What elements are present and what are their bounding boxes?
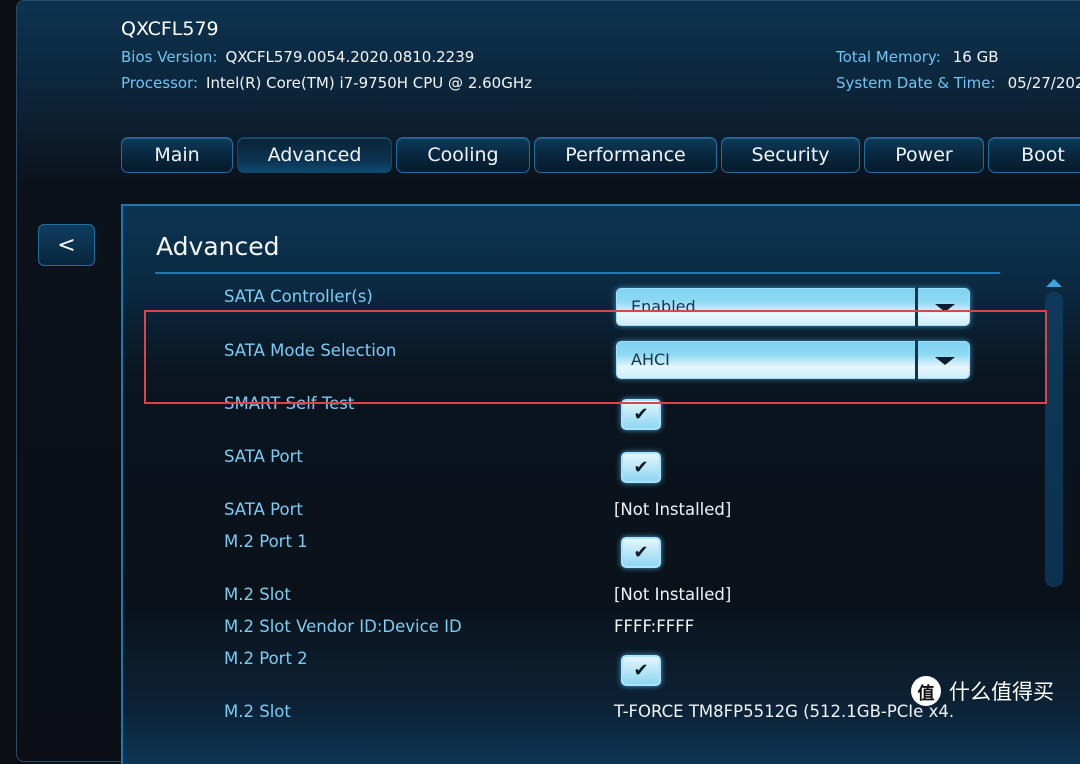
system-datetime-label: System Date & Time: — [836, 74, 996, 92]
tab-performance[interactable]: Performance — [534, 137, 717, 173]
chevron-left-icon: < — [57, 232, 76, 258]
sata-port-status-value: [Not Installed] — [614, 500, 732, 519]
tab-main[interactable]: Main — [121, 137, 233, 173]
setting-label-m2-vendor-id: M.2 Slot Vendor ID:Device ID — [224, 617, 462, 636]
system-datetime-value: 05/27/202 — [1007, 74, 1080, 92]
processor-label: Processor: — [121, 74, 199, 92]
tab-bar: Main Advanced Cooling Performance Securi… — [121, 137, 1080, 175]
tab-cooling[interactable]: Cooling — [396, 137, 530, 173]
processor-row: Processor: Intel(R) Core(TM) i7-9750H CPU… — [121, 74, 532, 92]
checkmark-icon: ✔ — [633, 660, 649, 681]
bios-version-value: QXCFL579.0054.2020.0810.2239 — [225, 48, 475, 66]
watermark: 值 什么值得买 — [911, 676, 1054, 706]
m2-port-2-checkbox[interactable]: ✔ — [621, 655, 661, 686]
setting-label-m2-slot-2: M.2 Slot — [224, 702, 291, 721]
setting-label-sata-port-status: SATA Port — [224, 500, 303, 519]
tab-security[interactable]: Security — [721, 137, 860, 173]
processor-value: Intel(R) Core(TM) i7-9750H CPU @ 2.60GHz — [206, 74, 532, 92]
m2-port-1-checkbox[interactable]: ✔ — [621, 537, 661, 568]
checkmark-icon: ✔ — [633, 542, 649, 563]
checkmark-icon: ✔ — [633, 404, 649, 425]
sata-port-checkbox[interactable]: ✔ — [621, 452, 661, 483]
system-model: QXCFL579 — [121, 18, 219, 40]
setting-label-sata-controllers: SATA Controller(s) — [224, 287, 373, 306]
back-button[interactable]: < — [38, 224, 95, 266]
setting-label-m2-port-1: M.2 Port 1 — [224, 532, 308, 551]
total-memory-value: 16 GB — [952, 48, 999, 66]
setting-label-m2-port-2: M.2 Port 2 — [224, 649, 308, 668]
scrollbar[interactable] — [1045, 292, 1063, 587]
setting-label-sata-port: SATA Port — [224, 447, 303, 466]
panel-title: Advanced — [156, 232, 280, 261]
total-memory-row: Total Memory: 16 GB — [836, 48, 999, 66]
total-memory-label: Total Memory: — [836, 48, 941, 66]
system-datetime-row: System Date & Time: 05/27/202 — [836, 74, 1080, 92]
setting-label-m2-slot-1: M.2 Slot — [224, 585, 291, 604]
bios-version-label: Bios Version: — [121, 48, 218, 66]
m2-slot-1-value: [Not Installed] — [614, 585, 732, 604]
tab-advanced[interactable]: Advanced — [237, 137, 392, 173]
tab-boot[interactable]: Boot — [988, 137, 1080, 173]
title-divider — [155, 272, 1000, 274]
watermark-text: 什么值得买 — [949, 680, 1054, 704]
checkmark-icon: ✔ — [633, 457, 649, 478]
tab-power[interactable]: Power — [864, 137, 984, 173]
m2-slot-2-value: T-FORCE TM8FP5512G (512.1GB-PCIe x4. — [614, 702, 955, 721]
bios-version-row: Bios Version: QXCFL579.0054.2020.0810.223… — [121, 48, 474, 66]
watermark-logo-icon: 值 — [911, 676, 941, 706]
scroll-up-arrow-icon[interactable] — [1046, 279, 1062, 287]
m2-vendor-id-value: FFFF:FFFF — [614, 617, 695, 636]
annotation-highlight-box — [144, 310, 1047, 404]
